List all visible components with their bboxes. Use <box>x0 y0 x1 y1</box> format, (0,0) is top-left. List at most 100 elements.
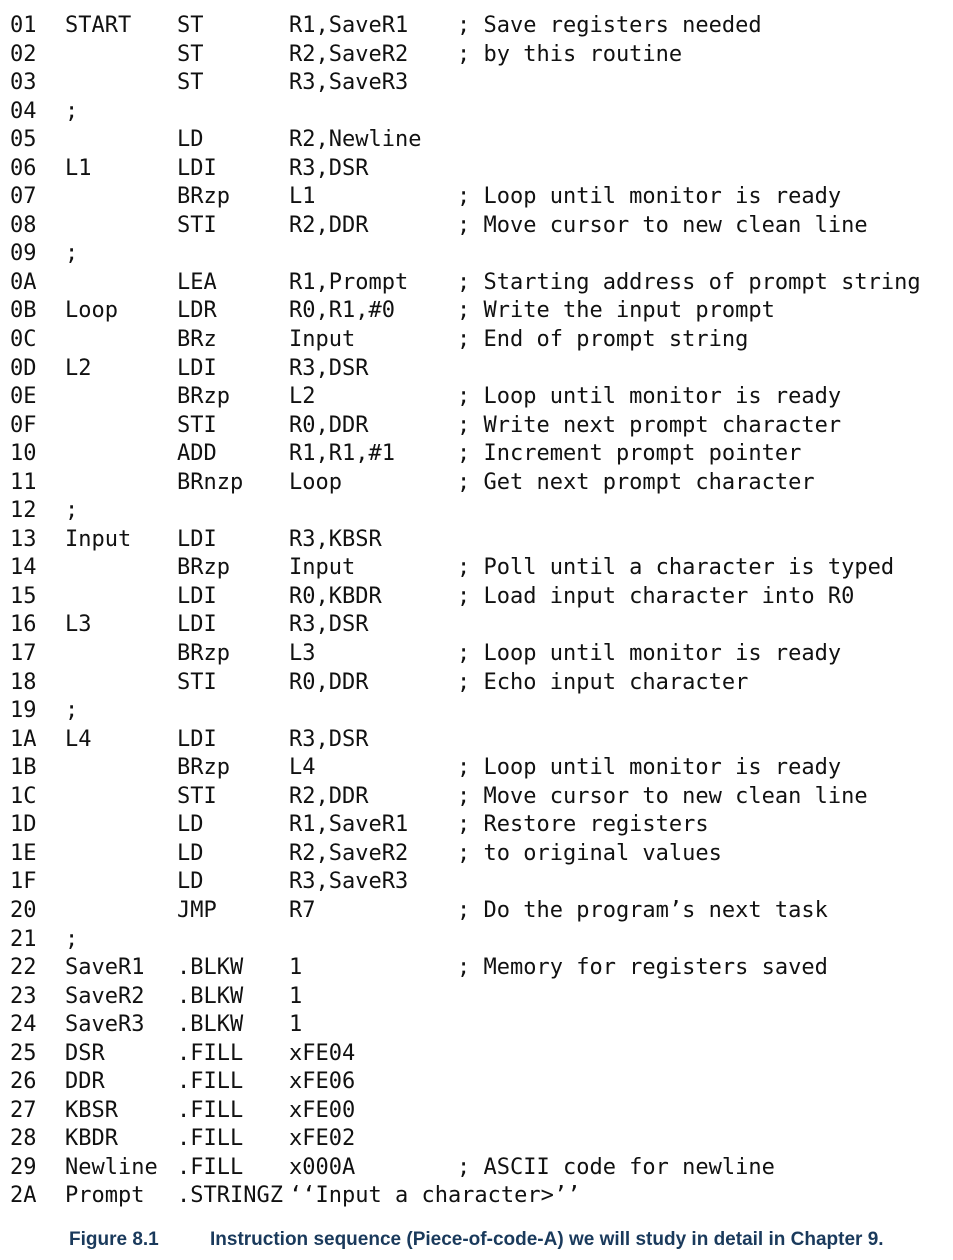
comment-field: ; Increment prompt pointer <box>457 441 802 467</box>
opcode-field: LD <box>177 840 204 866</box>
opcode-field: LDI <box>177 583 217 609</box>
line-number: 21 <box>10 926 37 952</box>
opcode-field: LDI <box>177 155 217 181</box>
comment-field: ; by this routine <box>457 41 683 67</box>
line-number: 1A <box>10 726 37 752</box>
operand-field: Input <box>289 327 356 353</box>
label-field: ; <box>65 926 79 952</box>
line-number: 05 <box>10 127 37 153</box>
opcode-field: .FILL <box>177 1154 244 1180</box>
opcode-field: ST <box>177 13 204 38</box>
opcode-field: BRnzp <box>177 469 244 495</box>
label-field: L3 <box>65 612 92 638</box>
comment-field: ; Get next prompt character <box>457 469 815 495</box>
operand-field: R0,KBDR <box>289 583 382 609</box>
line-number: 01 <box>10 13 37 38</box>
figure-caption-text: Instruction sequence (Piece-of-code-A) w… <box>210 1229 884 1250</box>
opcode-field: LD <box>177 869 204 895</box>
code-line: 06 L1 LDI R3,DSR <box>10 155 950 184</box>
operand-field: R3,DSR <box>289 155 369 181</box>
operand-field: xFE00 <box>289 1097 356 1123</box>
opcode-field: .FILL <box>177 1097 244 1123</box>
code-line: 22 SaveR1 .BLKW 1 ; Memory for registers sav… <box>10 954 950 983</box>
code-line: 27 KBSR .FILL xFE00 <box>10 1097 950 1126</box>
line-number: 0F <box>10 412 37 438</box>
operand-field: L4 <box>289 755 316 781</box>
code-line: 17 BRzp L3 ; Loop until monitor is ready <box>10 640 950 669</box>
opcode-field: LEA <box>177 269 217 295</box>
code-line: 02 ST R2,SaveR2 ; by this routine <box>10 41 950 70</box>
code-line: 0A LEA R1,Prompt ; Starting address of prom… <box>10 269 950 298</box>
comment-field: ; Poll until a character is typed <box>457 555 895 581</box>
opcode-field: LDI <box>177 526 217 552</box>
code-line: 23 SaveR2 .BLKW 1 <box>10 983 950 1012</box>
code-listing: 01 START ST R1,SaveR1 ; Save registers neede… <box>10 12 950 1211</box>
code-line: 07 BRzp L1 ; Loop until monitor is ready <box>10 183 950 212</box>
opcode-field: STI <box>177 783 217 809</box>
comment-field: ; Do the program’s next task <box>457 897 828 923</box>
opcode-field: .FILL <box>177 1069 244 1095</box>
label-field: SaveR3 <box>65 1012 145 1038</box>
line-number: 26 <box>10 1069 37 1095</box>
code-line: 1F LD R3,SaveR3 <box>10 868 950 897</box>
opcode-field: LD <box>177 812 204 838</box>
comment-field: ; Loop until monitor is ready <box>457 184 842 210</box>
label-field: ; <box>65 98 79 124</box>
comment-field: ; Move cursor to new clean line <box>457 212 868 238</box>
comment-field: ; Write next prompt character <box>457 412 842 438</box>
opcode-field: .STRINGZ <box>177 1183 283 1209</box>
opcode-field: LDI <box>177 726 217 752</box>
code-line: 0D L2 LDI R3,DSR <box>10 355 950 384</box>
line-number: 04 <box>10 98 37 124</box>
figure-caption: Figure 8.1 Instruction sequence (Piece-of… <box>69 1228 949 1252</box>
line-number: 07 <box>10 184 37 210</box>
opcode-field: BRzp <box>177 555 230 581</box>
line-number: 23 <box>10 983 37 1009</box>
line-number: 03 <box>10 70 37 96</box>
line-number: 22 <box>10 955 37 981</box>
comment-field: ; Move cursor to new clean line <box>457 783 868 809</box>
comment-field: ; Restore registers <box>457 812 709 838</box>
line-number: 10 <box>10 441 37 467</box>
operand-field: R3,DSR <box>289 612 369 638</box>
code-line: 14 BRzp Input ; Poll until a character is t… <box>10 554 950 583</box>
operand-field: R1,SaveR1 <box>289 13 409 38</box>
code-line: 1C STI R2,DDR ; Move cursor to new clean li… <box>10 783 950 812</box>
code-line: 0E BRzp L2 ; Loop until monitor is ready <box>10 383 950 412</box>
label-field: Input <box>65 526 132 552</box>
figure-number: Figure 8.1 <box>69 1229 159 1250</box>
label-field: Newline <box>65 1154 158 1180</box>
operand-field: xFE06 <box>289 1069 356 1095</box>
operand-field: R2,SaveR2 <box>289 840 409 866</box>
operand-field: 1 <box>289 955 303 981</box>
code-line: 0F STI R0,DDR ; Write next prompt character <box>10 412 950 441</box>
code-line: 29 Newline .FILL x000A ; ASCII code for newl… <box>10 1154 950 1183</box>
code-line: 0C BRz Input ; End of prompt string <box>10 326 950 355</box>
code-line: 08 STI R2,DDR ; Move cursor to new clean li… <box>10 212 950 241</box>
code-line: 0B Loop LDR R0,R1,#0 ; Write the input promp… <box>10 297 950 326</box>
opcode-field: JMP <box>177 897 217 923</box>
operand-field: xFE04 <box>289 1040 356 1066</box>
code-line: 1D LD R1,SaveR1 ; Restore registers <box>10 811 950 840</box>
line-number: 14 <box>10 555 37 581</box>
line-number: 19 <box>10 698 37 724</box>
line-number: 0A <box>10 269 37 295</box>
opcode-field: ADD <box>177 441 217 467</box>
code-line: 26 DDR .FILL xFE06 <box>10 1068 950 1097</box>
operand-field: R1,R1,#1 <box>289 441 395 467</box>
opcode-field: STI <box>177 669 217 695</box>
code-line: 16 L3 LDI R3,DSR <box>10 611 950 640</box>
line-number: 18 <box>10 669 37 695</box>
opcode-field: .FILL <box>177 1126 244 1152</box>
operand-field: R3,DSR <box>289 355 369 381</box>
label-field: KBSR <box>65 1097 118 1123</box>
comment-field: ; Loop until monitor is ready <box>457 384 842 410</box>
comment-field: ; Echo input character <box>457 669 749 695</box>
line-number: 0C <box>10 327 37 353</box>
operand-field: xFE02 <box>289 1126 356 1152</box>
code-line: 24 SaveR3 .BLKW 1 <box>10 1011 950 1040</box>
opcode-field: BRz <box>177 327 217 353</box>
line-number: 13 <box>10 526 37 552</box>
code-line: 11 BRnzp Loop ; Get next prompt character <box>10 469 950 498</box>
label-field: L1 <box>65 155 92 181</box>
